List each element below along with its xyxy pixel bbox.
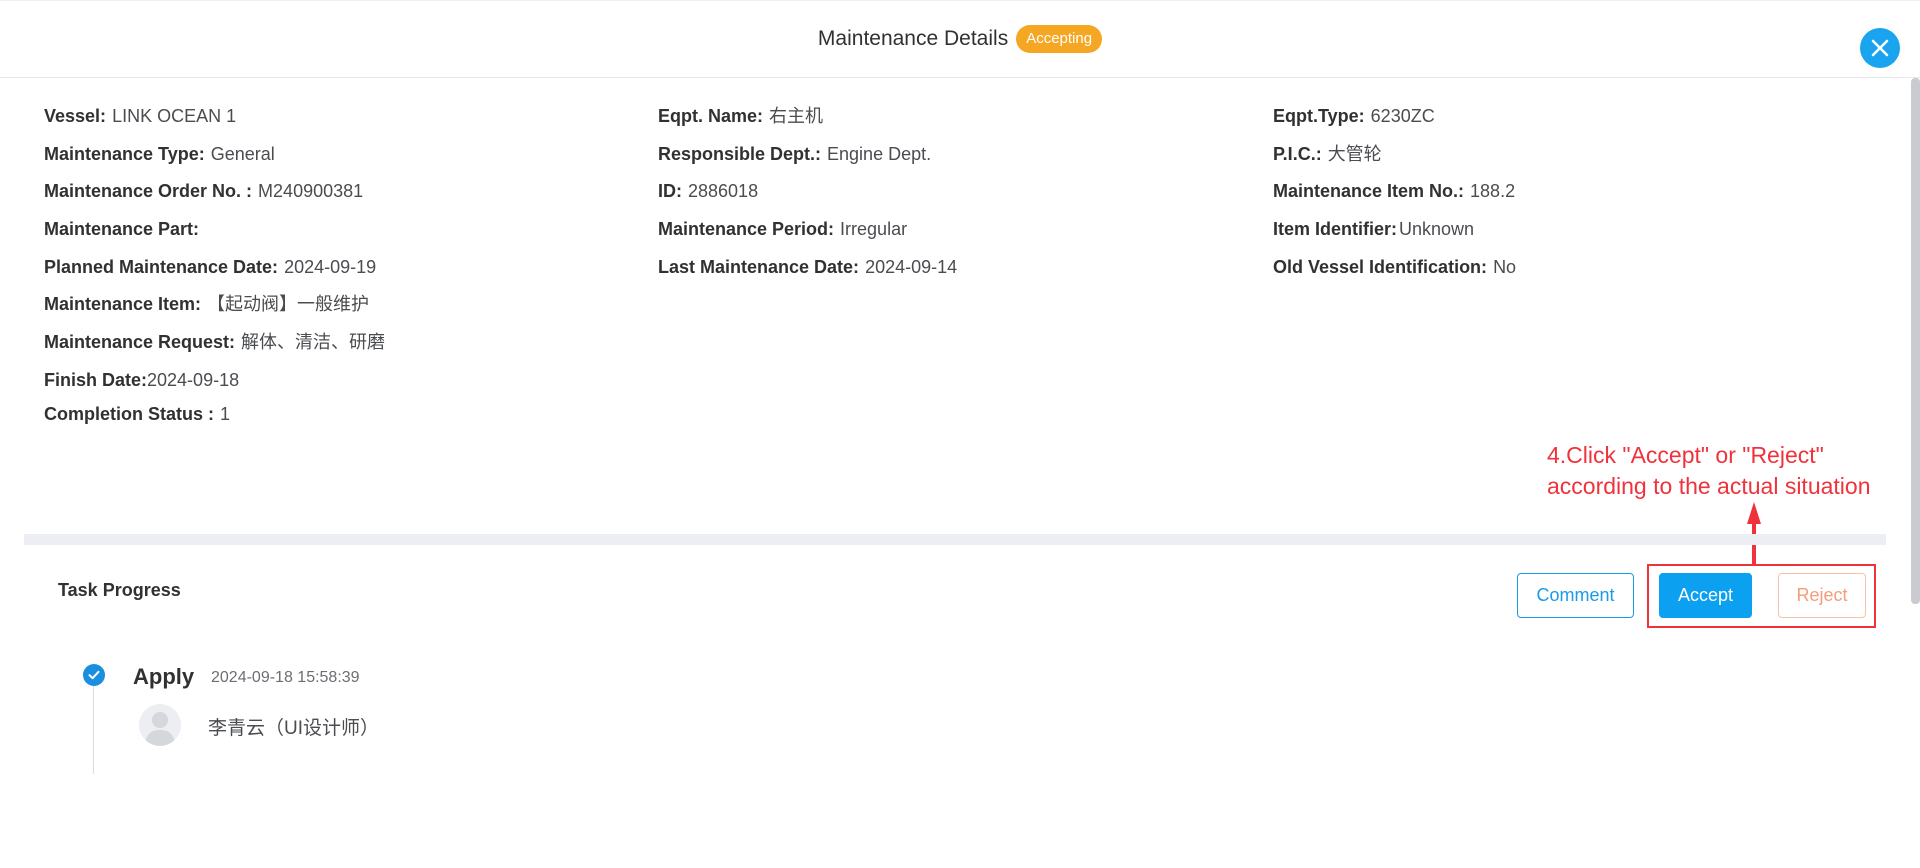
detail-value: 2024-09-19 [284, 256, 377, 277]
detail-value: Irregular [840, 219, 908, 240]
details-column-3: Eqpt.Type: 6230ZC P.I.C.: 大管轮 Maintenance … [1273, 101, 1516, 289]
detail-label: Responsible Dept.: [658, 143, 822, 164]
detail-completion-status: Completion Status : 1 [44, 399, 385, 437]
detail-label: Maintenance Type: [44, 143, 205, 164]
comment-button[interactable]: Comment [1517, 573, 1634, 618]
detail-maintenance-period: Maintenance Period: Irregular [658, 214, 957, 252]
highlight-box [1647, 564, 1876, 628]
detail-label: Maintenance Part: [44, 219, 200, 240]
header-title-group: Maintenance Details Accepting [0, 25, 1920, 53]
detail-order-no: Maintenance Order No. : M240900381 [44, 176, 385, 214]
detail-value: 大管轮 [1327, 143, 1382, 164]
detail-last-maintenance-date: Last Maintenance Date: 2024-09-14 [658, 252, 957, 290]
detail-planned-date: Planned Maintenance Date: 2024-09-19 [44, 252, 385, 290]
detail-value: 2886018 [688, 181, 759, 202]
timeline-line [93, 684, 94, 774]
detail-label: Maintenance Order No. : [44, 181, 253, 202]
detail-finish-date: Finish Date:2024-09-18 [44, 365, 385, 399]
detail-label: Old Vessel Identification: [1273, 256, 1488, 277]
detail-value: M240900381 [258, 181, 364, 202]
detail-value: Engine Dept. [827, 143, 932, 164]
timeline-step-title: Apply [133, 664, 195, 689]
annotation-line-2: according to the actual situation [1547, 473, 1871, 499]
detail-value: LINK OCEAN 1 [112, 106, 237, 126]
user-avatar-icon [145, 712, 175, 746]
detail-old-vessel-id: Old Vessel Identification: No [1273, 252, 1516, 290]
close-icon [1871, 39, 1889, 57]
details-column-2: Eqpt. Name: 右主机 Responsible Dept.: Engine … [658, 101, 957, 289]
detail-responsible-dept: Responsible Dept.: Engine Dept. [658, 139, 957, 177]
detail-label: Planned Maintenance Date: [44, 256, 279, 277]
dialog-title: Maintenance Details [817, 27, 1009, 50]
detail-value: Unknown [1399, 219, 1475, 240]
timeline-person: 李青云（UI设计师） [208, 718, 380, 739]
detail-id: ID: 2886018 [658, 176, 957, 214]
detail-value: No [1493, 256, 1517, 277]
timeline-step-time: 2024-09-18 15:58:39 [211, 669, 360, 686]
detail-label: ID: [658, 181, 682, 202]
detail-vessel: Vessel: LINK OCEAN 1 [44, 101, 385, 139]
scrollbar[interactable] [1911, 78, 1920, 604]
dialog-header: Maintenance Details Accepting [0, 0, 1920, 78]
detail-value: 【起动阀】一般维护 [207, 294, 370, 315]
detail-value: 1 [220, 403, 231, 424]
task-progress-title: Task Progress [58, 580, 181, 600]
instruction-annotation: 4.Click "Accept" or "Reject" according t… [1547, 440, 1870, 502]
check-icon [83, 664, 105, 686]
detail-label: Item Identifier: [1273, 219, 1398, 240]
detail-item-identifier: Item Identifier: Unknown [1273, 214, 1516, 252]
section-divider [24, 534, 1886, 545]
avatar [139, 704, 181, 746]
detail-maintenance-request: Maintenance Request: 解体、清洁、研磨 [44, 327, 385, 365]
detail-maintenance-item: Maintenance Item: 【起动阀】一般维护 [44, 289, 385, 327]
detail-value: 6230ZC [1370, 106, 1435, 126]
detail-label: Last Maintenance Date: [658, 256, 860, 277]
annotation-line-1: 4.Click "Accept" or "Reject" [1547, 442, 1824, 468]
arrow-up-icon [1747, 502, 1761, 564]
detail-label: P.I.C.: [1273, 143, 1322, 164]
detail-label: Eqpt. Name: [658, 106, 764, 126]
detail-pic: P.I.C.: 大管轮 [1273, 139, 1516, 177]
detail-label: Maintenance Period: [658, 219, 835, 240]
status-badge: Accepting [1016, 25, 1103, 53]
details-column-1: Vessel: LINK OCEAN 1 Maintenance Type: Gen… [44, 101, 385, 437]
detail-maintenance-item-no: Maintenance Item No.: 188.2 [1273, 176, 1516, 214]
detail-label: Maintenance Item: [44, 294, 202, 315]
detail-eqpt-type: Eqpt.Type: 6230ZC [1273, 101, 1516, 139]
detail-label: Completion Status : [44, 403, 214, 424]
detail-value: 解体、清洁、研磨 [241, 332, 386, 353]
detail-maintenance-type: Maintenance Type: General [44, 139, 385, 177]
detail-eqpt-name: Eqpt. Name: 右主机 [658, 101, 957, 139]
detail-value: 右主机 [769, 106, 824, 126]
detail-maintenance-part: Maintenance Part: [44, 214, 385, 252]
detail-value: 2024-09-18 [147, 369, 240, 390]
detail-value: 188.2 [1470, 181, 1516, 202]
detail-label: Vessel: [44, 106, 107, 126]
detail-label: Finish Date: [44, 369, 148, 390]
close-button[interactable] [1860, 28, 1900, 68]
detail-label: Eqpt.Type: [1273, 106, 1365, 126]
checkmark-icon [88, 670, 100, 680]
detail-value: General [210, 143, 275, 164]
detail-label: Maintenance Request: [44, 332, 236, 353]
detail-label: Maintenance Item No.: [1273, 181, 1465, 202]
detail-value: 2024-09-14 [865, 256, 958, 277]
